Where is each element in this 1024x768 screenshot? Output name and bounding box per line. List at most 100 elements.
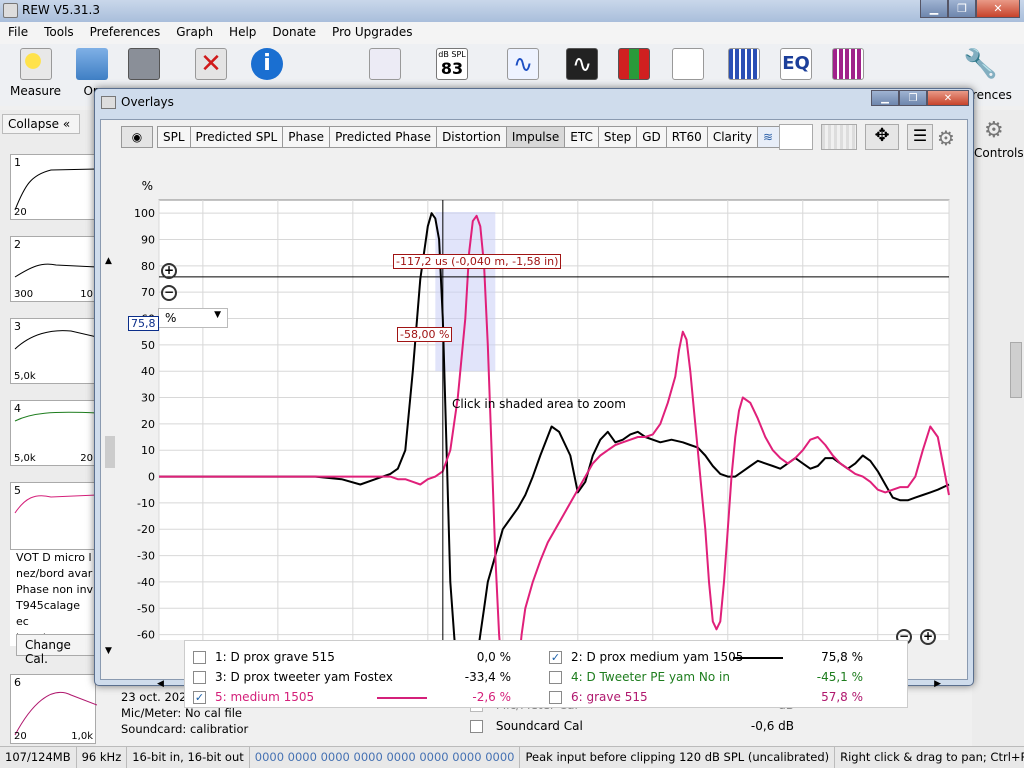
overlay-graph-icon: [672, 48, 704, 80]
legend-name-5: 5: medium 1505: [215, 690, 315, 704]
gear-icon: ⚙: [937, 126, 955, 150]
tab-distortion[interactable]: Distortion: [437, 126, 507, 148]
overlays-button[interactable]: [672, 48, 704, 84]
tab-phase[interactable]: Phase: [283, 126, 331, 148]
scope-button[interactable]: ∿: [566, 48, 598, 84]
y-tick-label: 70: [141, 286, 155, 299]
measurement-thumb-3[interactable]: 3 5,0k: [10, 318, 98, 384]
right-scrollbar[interactable]: [1010, 342, 1022, 398]
zoom-out-icon[interactable]: −: [161, 285, 177, 301]
info-button[interactable]: i: [251, 48, 283, 84]
legend-item-3[interactable]: 3: D prox tweeter yam Fostex: [193, 667, 393, 687]
tab-etc[interactable]: ETC: [565, 126, 599, 148]
eq-button[interactable]: EQ: [780, 48, 812, 84]
controls-gear-icon[interactable]: ⚙: [984, 118, 1004, 143]
measurement-thumb-5[interactable]: 5: [10, 482, 98, 550]
measure-button[interactable]: Measure: [10, 48, 61, 98]
thumb-number: 3: [14, 320, 21, 333]
x-zoom-in-icon[interactable]: +: [920, 629, 936, 645]
thumb-number: 1: [14, 156, 21, 169]
minimize-button[interactable]: ▁: [920, 0, 948, 18]
menu-tools[interactable]: Tools: [36, 22, 82, 44]
overlays-minimize-button[interactable]: ▁: [871, 90, 899, 106]
change-cal-button[interactable]: Change Cal.: [16, 634, 96, 666]
tab-predicted-phase[interactable]: Predicted Phase: [330, 126, 438, 148]
close-icon: ✕: [993, 2, 1003, 15]
menu-preferences[interactable]: Preferences: [82, 22, 169, 44]
rta-button[interactable]: [369, 48, 401, 84]
menu-donate[interactable]: Donate: [264, 22, 324, 44]
panel-icon: ☰: [912, 126, 928, 145]
rta-bars-button[interactable]: [728, 48, 760, 84]
thumb-number: 4: [14, 402, 21, 415]
unit-select[interactable]: % ▼: [158, 308, 228, 328]
save-all-button[interactable]: [128, 48, 160, 84]
tab-predicted-spl[interactable]: Predicted SPL: [190, 126, 284, 148]
menu-help[interactable]: Help: [221, 22, 264, 44]
y-tick-label: -40: [137, 576, 155, 589]
legend-checkbox-1[interactable]: [193, 650, 206, 664]
close-icon: ✕: [943, 92, 953, 104]
y-tick-label: 80: [141, 260, 155, 273]
vertical-scrollbar[interactable]: ▲ ▼: [105, 256, 115, 656]
peak-input: Peak input before clipping 120 dB SPL (u…: [520, 747, 836, 768]
legend-item-6[interactable]: 6: grave 515: [549, 687, 648, 707]
spl-meter-icon: dB SPL 83: [436, 48, 468, 80]
remove-all-button[interactable]: ✕: [195, 48, 227, 84]
y-tick-label: -50: [137, 602, 155, 615]
generator-button[interactable]: ∿: [507, 48, 539, 84]
legend-checkbox-5[interactable]: ✓: [193, 690, 206, 704]
legend-value-4: -45,1 %: [816, 670, 863, 684]
level-meters-button[interactable]: [618, 48, 650, 84]
menu-pro-upgrades[interactable]: Pro Upgrades: [324, 22, 420, 44]
y-cursor-value: 75,8: [128, 316, 159, 331]
room-sim-button[interactable]: [832, 48, 864, 84]
menu-graph[interactable]: Graph: [168, 22, 221, 44]
measurement-thumb-2[interactable]: 2 300 10: [10, 236, 98, 302]
v-scroll-thumb[interactable]: [105, 436, 115, 468]
spl-meter-button[interactable]: dB SPL 83: [436, 48, 468, 84]
collapse-label: Collapse: [8, 117, 59, 131]
maximize-icon: ❐: [908, 92, 918, 104]
tab-step[interactable]: Step: [598, 126, 638, 148]
app-titlebar: REW V5.31.3 ▁ ❐ ✕: [0, 0, 1024, 22]
y-tick-label: -30: [137, 550, 155, 563]
pan-button[interactable]: ✥: [865, 124, 899, 150]
graph-settings-button[interactable]: ⚙: [937, 126, 955, 150]
tab-gd[interactable]: GD: [637, 126, 667, 148]
tab-clarity[interactable]: Clarity: [707, 126, 758, 148]
measurement-thumb-6[interactable]: 6 20 1,0k: [10, 674, 98, 744]
pattern-button[interactable]: [821, 124, 857, 150]
legend-item-1[interactable]: 1: D prox grave 515: [193, 647, 335, 667]
tab-impulse[interactable]: Impulse: [506, 126, 566, 148]
zoom-in-icon[interactable]: +: [161, 263, 177, 279]
soundcard-cal-label: Soundcard Cal: [495, 719, 583, 733]
legend-value-3: -33,4 %: [464, 670, 511, 684]
legend-checkbox-6[interactable]: [549, 690, 562, 704]
legend-item-2[interactable]: ✓ 2: D prox medium yam 1505: [549, 647, 743, 667]
collapse-button[interactable]: Collapse «: [2, 114, 80, 134]
maximize-button[interactable]: ❐: [948, 0, 976, 18]
controls-panel-button[interactable]: ☰: [907, 124, 933, 150]
legend-checkbox-2[interactable]: ✓: [549, 650, 562, 664]
menu-file[interactable]: File: [0, 22, 36, 44]
preferences-button[interactable]: 🔧: [963, 48, 998, 84]
legend-checkbox-4[interactable]: [549, 670, 562, 684]
soundcard-cal-checkbox[interactable]: [470, 720, 483, 733]
right-strip: ⚙ Controls: [972, 110, 1024, 746]
level-meter-icon: [618, 48, 650, 80]
close-button[interactable]: ✕: [976, 0, 1020, 18]
tab-rt60[interactable]: RT60: [666, 126, 708, 148]
legend-item-4[interactable]: 4: D Tweeter PE yam No in: [549, 667, 730, 687]
measurement-thumb-4[interactable]: 4 5,0k 20: [10, 400, 98, 466]
camera-icon[interactable]: ◉: [121, 126, 153, 148]
measurement-thumb-1[interactable]: 1 20: [10, 154, 98, 220]
room-sim-icon: [832, 48, 864, 80]
color-swatch-button[interactable]: [779, 124, 813, 150]
legend-item-5[interactable]: ✓ 5: medium 1505: [193, 687, 314, 707]
legend-checkbox-3[interactable]: [193, 670, 206, 684]
overlays-maximize-button[interactable]: ❐: [899, 90, 927, 106]
legend-value-2: 75,8 %: [821, 650, 863, 664]
tab-spl[interactable]: SPL: [157, 126, 191, 148]
overlays-close-button[interactable]: ✕: [927, 90, 969, 106]
